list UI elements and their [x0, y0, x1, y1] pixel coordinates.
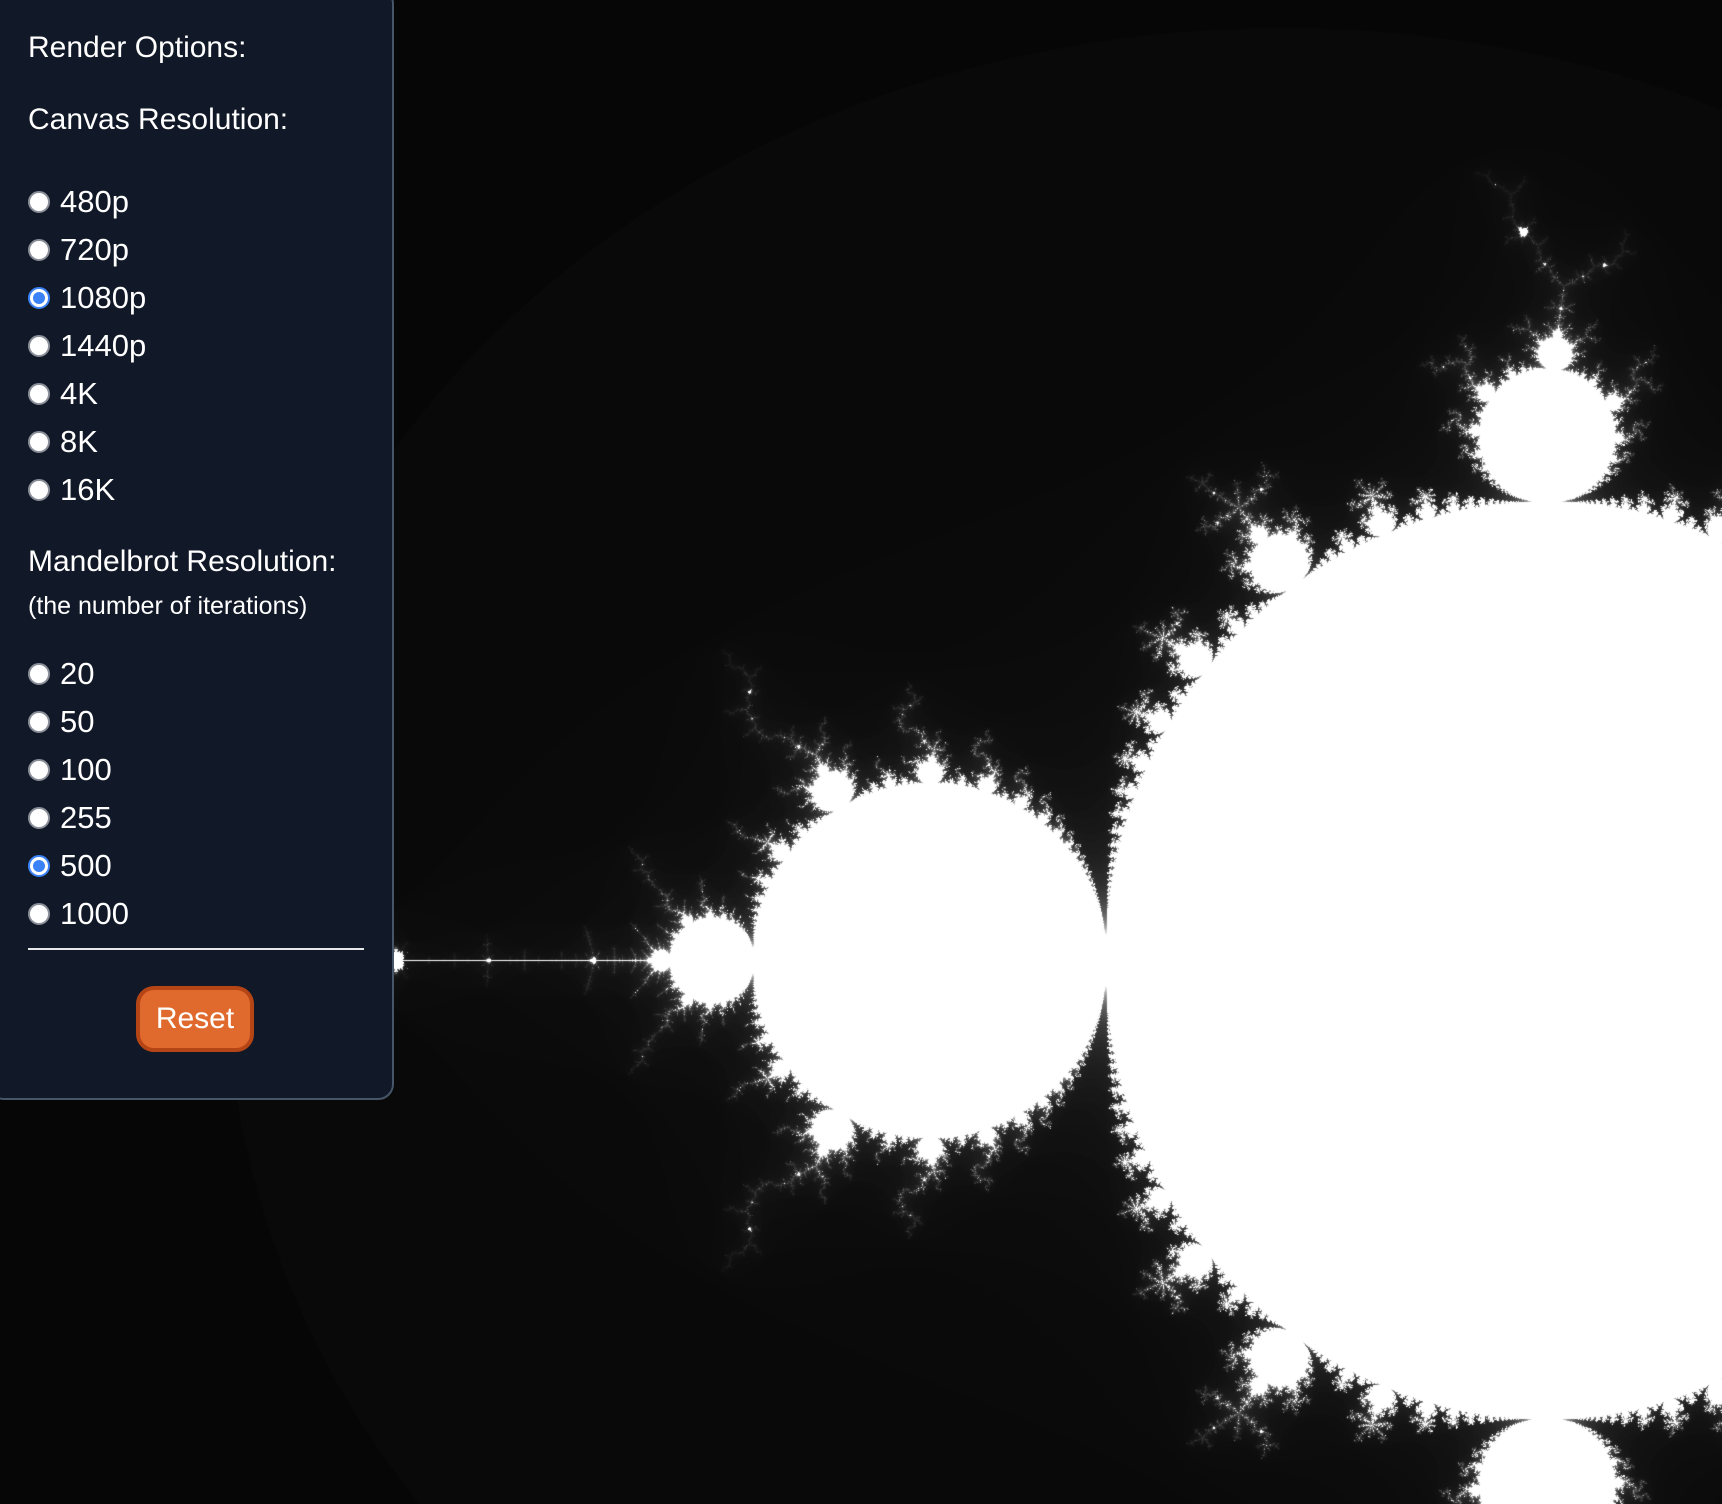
radio-1440p[interactable]	[28, 335, 50, 357]
radio-label-4k: 4K	[60, 376, 98, 411]
canvas-resolution-option-16k[interactable]: 16K	[28, 468, 115, 512]
panel-title: Render Options:	[28, 31, 247, 64]
canvas-resolution-option-720p[interactable]: 720p	[28, 228, 129, 272]
radio-720p[interactable]	[28, 239, 50, 261]
iterations-option-20[interactable]: 20	[28, 652, 94, 696]
render-options-panel: Render Options: Canvas Resolution: 480p …	[0, 0, 394, 1100]
radio-label-720p: 720p	[60, 232, 129, 267]
reset-button[interactable]: Reset	[136, 986, 254, 1052]
radio-iterations-500[interactable]	[28, 855, 50, 877]
radio-label-iterations-100: 100	[60, 752, 112, 787]
radio-label-1440p: 1440p	[60, 328, 147, 363]
mandelbrot-resolution-heading: Mandelbrot Resolution:	[28, 545, 337, 578]
panel-divider	[28, 948, 364, 950]
app: Render Options: Canvas Resolution: 480p …	[0, 0, 1722, 1504]
radio-8k[interactable]	[28, 431, 50, 453]
canvas-resolution-option-1440p[interactable]: 1440p	[28, 324, 146, 368]
radio-16k[interactable]	[28, 479, 50, 501]
radio-iterations-100[interactable]	[28, 759, 50, 781]
radio-iterations-50[interactable]	[28, 711, 50, 733]
iterations-option-50[interactable]: 50	[28, 700, 94, 744]
canvas-resolution-option-8k[interactable]: 8K	[28, 420, 98, 464]
radio-label-iterations-500: 500	[60, 848, 112, 883]
radio-label-16k: 16K	[60, 472, 116, 507]
mandelbrot-resolution-subheading: (the number of iterations)	[28, 592, 308, 620]
iterations-option-1000[interactable]: 1000	[28, 892, 129, 936]
radio-label-iterations-50: 50	[60, 704, 95, 739]
radio-label-iterations-255: 255	[60, 800, 112, 835]
radio-iterations-1000[interactable]	[28, 903, 50, 925]
radio-4k[interactable]	[28, 383, 50, 405]
iterations-option-255[interactable]: 255	[28, 796, 112, 840]
radio-label-1080p: 1080p	[60, 280, 147, 315]
radio-480p[interactable]	[28, 191, 50, 213]
canvas-resolution-heading: Canvas Resolution:	[28, 103, 289, 136]
radio-label-iterations-1000: 1000	[60, 896, 129, 931]
canvas-resolution-option-1080p[interactable]: 1080p	[28, 276, 146, 320]
radio-label-iterations-20: 20	[60, 656, 95, 691]
iterations-option-100[interactable]: 100	[28, 748, 112, 792]
canvas-resolution-option-4k[interactable]: 4K	[28, 372, 98, 416]
radio-iterations-20[interactable]	[28, 663, 50, 685]
radio-label-8k: 8K	[60, 424, 98, 459]
radio-1080p[interactable]	[28, 287, 50, 309]
radio-iterations-255[interactable]	[28, 807, 50, 829]
radio-label-480p: 480p	[60, 184, 129, 219]
iterations-option-500[interactable]: 500	[28, 844, 112, 888]
canvas-resolution-option-480p[interactable]: 480p	[28, 180, 129, 224]
